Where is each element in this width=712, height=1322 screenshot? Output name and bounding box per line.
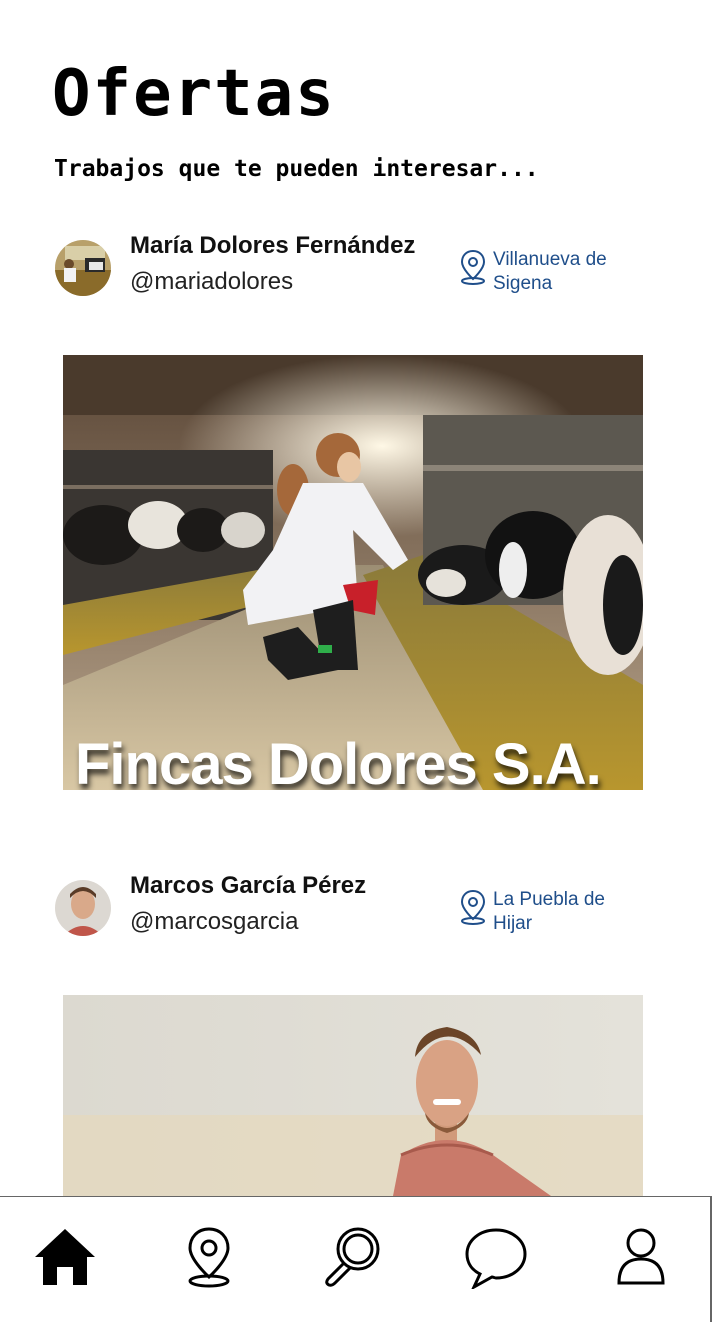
user-name[interactable]: Marcos García Pérez — [130, 872, 366, 900]
nav-chat[interactable] — [464, 1225, 528, 1291]
chat-icon — [465, 1228, 527, 1291]
user-handle[interactable]: @mariadolores — [130, 268, 293, 296]
page-title: Ofertas — [52, 57, 336, 131]
nav-search[interactable] — [320, 1225, 384, 1289]
post-image[interactable]: Fincas Dolores S.A. — [63, 355, 643, 790]
location-text: Villanueva de Sigena — [493, 249, 607, 294]
page-subtitle: Trabajos que te pueden interesar... — [54, 156, 539, 182]
bottom-nav — [0, 1196, 712, 1322]
company-name: Fincas Dolores S.A. — [75, 732, 602, 790]
location-text: La Puebla de Hijar — [493, 889, 605, 934]
home-icon — [35, 1229, 95, 1285]
post-header[interactable]: Marcos García Pérez @marcosgarcia La Pue… — [0, 872, 712, 942]
location[interactable]: La Puebla de Hijar — [458, 888, 658, 938]
nav-profile[interactable] — [609, 1225, 673, 1289]
avatar[interactable] — [55, 880, 111, 936]
nav-map[interactable] — [177, 1225, 241, 1289]
search-icon — [325, 1227, 380, 1287]
nav-home[interactable] — [33, 1225, 97, 1289]
user-name[interactable]: María Dolores Fernández — [130, 232, 415, 260]
post-header[interactable]: María Dolores Fernández @mariadolores Vi… — [0, 232, 712, 302]
location[interactable]: Villanueva de Sigena — [458, 248, 658, 298]
farm-photo — [63, 355, 643, 790]
post-image[interactable] — [63, 995, 643, 1196]
man-photo — [63, 995, 643, 1196]
location-pin-icon — [460, 249, 486, 285]
map-pin-icon — [188, 1227, 230, 1288]
avatar[interactable] — [55, 240, 111, 296]
location-pin-icon — [460, 889, 486, 925]
user-handle[interactable]: @marcosgarcia — [130, 908, 298, 936]
profile-icon — [617, 1228, 665, 1285]
